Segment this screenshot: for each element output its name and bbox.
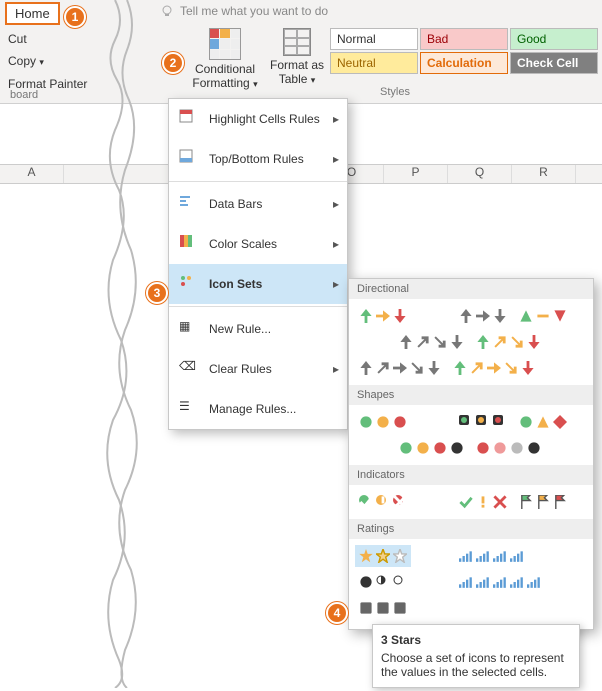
top-bottom-icon xyxy=(179,149,199,169)
conditional-formatting-icon xyxy=(209,28,241,60)
format-as-table-icon xyxy=(283,28,311,56)
menu-icon-sets[interactable]: Icon Sets▸ xyxy=(169,264,347,304)
iconset-5-arrows-colored[interactable] xyxy=(449,357,539,379)
clipboard-group-label: board xyxy=(10,89,38,101)
conditional-formatting-menu: Highlight Cells Rules▸ Top/Bottom Rules▸… xyxy=(168,98,348,430)
lightbulb-icon xyxy=(160,4,174,18)
icon-sets-icon xyxy=(179,274,199,294)
new-rule-icon: ▦ xyxy=(179,319,199,339)
iconset-3-flags[interactable] xyxy=(515,491,571,513)
iconset-3-symbols-uncircled[interactable] xyxy=(455,491,511,513)
clipboard-group: Cut Copy ▾ Format Painter xyxy=(4,28,91,95)
conditional-formatting-button[interactable]: Conditional Formatting ▾ xyxy=(185,28,265,91)
menu-data-bars[interactable]: Data Bars▸ xyxy=(169,184,347,224)
col-r[interactable]: R xyxy=(512,165,576,183)
cell-styles-gallery[interactable]: Normal Bad Good Neutral Calculation Chec… xyxy=(330,28,598,74)
tab-home[interactable]: Home xyxy=(5,2,60,25)
cut-button[interactable]: Cut xyxy=(4,28,91,50)
format-as-table-button[interactable]: Format as Table ▾ xyxy=(267,28,327,87)
col-a[interactable]: A xyxy=(0,165,64,183)
callout-1: 1 xyxy=(64,6,86,28)
iconset-4-ratings-bars[interactable] xyxy=(455,545,528,567)
ribbon: Home Tell me what you want to do Cut Cop… xyxy=(0,0,602,104)
iconset-5-ratings-bars[interactable] xyxy=(455,571,545,593)
iconset-3-arrows-gray[interactable] xyxy=(455,305,511,327)
tooltip-title: 3 Stars xyxy=(381,633,571,647)
tooltip-body: Choose a set of icons to represent the v… xyxy=(381,651,571,679)
menu-color-scales[interactable]: Color Scales▸ xyxy=(169,224,347,264)
callout-3: 3 xyxy=(146,282,168,304)
iconset-5-boxes[interactable] xyxy=(355,597,411,619)
iconset-5-quarters[interactable] xyxy=(355,571,411,593)
style-good[interactable]: Good xyxy=(510,28,598,50)
menu-new-rule[interactable]: ▦New Rule... xyxy=(169,309,347,349)
category-ratings: Ratings xyxy=(349,519,593,539)
copy-button[interactable]: Copy ▾ xyxy=(4,50,91,73)
style-normal[interactable]: Normal xyxy=(330,28,418,50)
menu-manage-rules[interactable]: ☰Manage Rules... xyxy=(169,389,347,429)
iconset-4-red-to-black[interactable] xyxy=(472,437,545,459)
style-calculation[interactable]: Calculation xyxy=(420,52,508,74)
menu-highlight-cells-rules[interactable]: Highlight Cells Rules▸ xyxy=(169,99,347,139)
callout-4: 4 xyxy=(326,602,348,624)
style-checkcell[interactable]: Check Cell xyxy=(510,52,598,74)
iconset-3-signs[interactable] xyxy=(515,411,571,433)
clear-rules-icon: ⌫ xyxy=(179,359,199,379)
iconset-3-arrows-colored[interactable] xyxy=(355,305,411,327)
iconset-3-triangles[interactable] xyxy=(515,305,571,327)
manage-rules-icon: ☰ xyxy=(179,399,199,419)
menu-clear-rules[interactable]: ⌫Clear Rules▸ xyxy=(169,349,347,389)
category-indicators: Indicators xyxy=(349,465,593,485)
menu-top-bottom-rules[interactable]: Top/Bottom Rules▸ xyxy=(169,139,347,179)
iconset-3-symbols-circled[interactable] xyxy=(355,491,411,513)
data-bars-icon xyxy=(179,194,199,214)
icon-sets-submenu: Directional Shapes Indicators Ratings xyxy=(348,278,594,630)
category-shapes: Shapes xyxy=(349,385,593,405)
style-neutral[interactable]: Neutral xyxy=(330,52,418,74)
iconset-3-traffic-lights-unrimmed[interactable] xyxy=(355,411,411,433)
iconset-4-arrows-colored[interactable] xyxy=(472,331,545,353)
tooltip: 3 Stars Choose a set of icons to represe… xyxy=(372,624,580,688)
iconset-3-traffic-lights-rimmed[interactable] xyxy=(455,411,511,433)
col-q[interactable]: Q xyxy=(448,165,512,183)
category-directional: Directional xyxy=(349,279,593,299)
iconset-5-arrows-gray[interactable] xyxy=(355,357,445,379)
iconset-3-stars[interactable] xyxy=(355,545,411,567)
styles-group-label: Styles xyxy=(380,86,410,98)
color-scales-icon xyxy=(179,234,199,254)
tell-me-label: Tell me what you want to do xyxy=(180,4,328,18)
style-bad[interactable]: Bad xyxy=(420,28,508,50)
iconset-4-traffic-lights[interactable] xyxy=(395,437,468,459)
iconset-4-arrows-gray[interactable] xyxy=(395,331,468,353)
callout-2: 2 xyxy=(162,52,184,74)
tell-me-search[interactable]: Tell me what you want to do xyxy=(160,4,328,18)
highlight-cells-icon xyxy=(179,109,199,129)
col-p[interactable]: P xyxy=(384,165,448,183)
